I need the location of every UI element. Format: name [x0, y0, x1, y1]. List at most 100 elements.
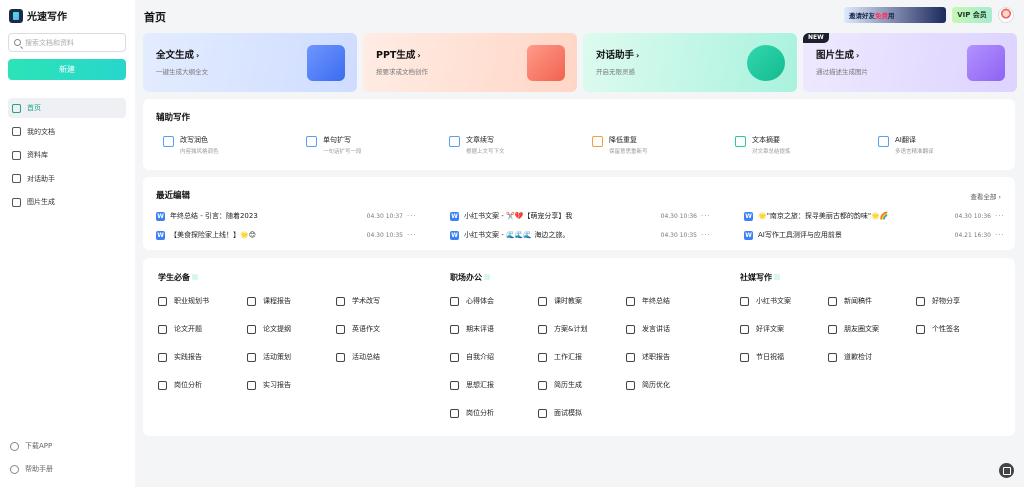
download-app-link[interactable]: 下载APP — [10, 441, 128, 451]
sidebar-item-library[interactable]: 资料库 — [8, 145, 126, 165]
word-doc-icon: W — [744, 211, 753, 221]
recent-item[interactable]: W 小红书文案 - 🌊🌊🌊 海边之旅。 04.30 10:35 ··· — [450, 229, 715, 241]
tool-name: 降低重复 — [609, 136, 637, 144]
category-item[interactable]: 自我介绍 — [450, 352, 535, 362]
recent-item-time: 04.30 10:36 — [954, 212, 991, 220]
template-icon — [916, 296, 925, 306]
category-item[interactable]: 述职报告 — [626, 352, 711, 362]
recent-item[interactable]: W 小红书文案 - ✂️💔【萌宠分享】我 04.30 10:36 ··· — [450, 210, 715, 222]
word-doc-icon: W — [156, 230, 165, 240]
chevron-right-icon: › — [196, 51, 200, 60]
sidebar-item-my-docs[interactable]: 我的文档 — [8, 122, 126, 142]
category-item[interactable]: 职业规划书 — [158, 296, 243, 306]
new-button[interactable]: 新建 — [8, 59, 126, 80]
tool-desc: 一句话扩写一段 — [323, 149, 362, 155]
category-item[interactable]: 个性签名 — [916, 324, 1001, 334]
help-manual-label: 帮助手册 — [25, 465, 53, 473]
sidebar-item-image-gen[interactable]: 图片生成 — [8, 192, 126, 212]
sidebar-item-chat[interactable]: 对话助手 — [8, 169, 126, 189]
category-item[interactable]: 活动策划 — [247, 352, 332, 362]
invite-suffix: 用 — [888, 12, 895, 20]
more-icon[interactable]: ··· — [701, 231, 711, 239]
tool-translate[interactable]: AI翻译 多语言精准翻译 — [878, 135, 934, 155]
category-item[interactable]: 节日祝福 — [740, 352, 825, 362]
category-item[interactable]: 小红书文案 — [740, 296, 825, 306]
category-item[interactable]: 期末评语 — [450, 324, 535, 334]
category-item-label: 学术改写 — [352, 297, 380, 305]
more-icon[interactable]: ··· — [407, 212, 417, 220]
category-item-label: 岗位分析 — [174, 381, 202, 389]
assist-panel: 辅助写作 改写润色 内容独风格调色 单句扩写 一句话扩写一段 文章续写 根据上文写下文… — [143, 99, 1015, 170]
category-item[interactable]: 朋友圈文案 — [828, 324, 913, 334]
category-item[interactable]: 工作汇报 — [538, 352, 623, 362]
category-item-label: 课时教案 — [554, 297, 582, 305]
category-item-label: 职业规划书 — [174, 297, 209, 305]
category-item[interactable]: 简历优化 — [626, 380, 711, 390]
recent-item[interactable]: W 🌟"南京之旅：探寻美丽古都的韵味"🌟🌈 04.30 10:36 ··· — [744, 210, 1009, 222]
chevron-right-icon: › — [998, 193, 1001, 201]
card-full-text[interactable]: 全文生成 › 一键生成大纲全文 — [143, 33, 357, 92]
template-icon — [828, 324, 837, 334]
category-item[interactable]: 方案&计划 — [538, 324, 623, 334]
template-icon — [247, 324, 256, 334]
category-item[interactable]: 道歉检讨 — [828, 352, 913, 362]
card-ppt[interactable]: PPT生成 › 按要求或文档创作 — [363, 33, 577, 92]
more-icon[interactable]: ··· — [701, 212, 711, 220]
dedupe-icon — [592, 136, 603, 147]
recent-item-time: 04.30 10:36 — [660, 212, 697, 220]
category-item[interactable]: 新闻稿件 — [828, 296, 913, 306]
category-item[interactable]: 活动总结 — [336, 352, 421, 362]
category-item[interactable]: 简历生成 — [538, 380, 623, 390]
more-icon[interactable]: ··· — [995, 212, 1005, 220]
invite-banner[interactable]: 邀请好友 免费用 — [844, 7, 946, 23]
brand[interactable]: 光速写作 — [9, 8, 67, 23]
category-item[interactable]: 实习报告 — [247, 380, 332, 390]
avatar[interactable] — [998, 7, 1014, 23]
tool-dedupe[interactable]: 降低重复 保留意思重新写 — [592, 135, 648, 155]
tool-expand[interactable]: 单句扩写 一句话扩写一段 — [306, 135, 362, 155]
tool-desc: 内容独风格调色 — [180, 149, 219, 155]
category-item-label: 岗位分析 — [466, 409, 494, 417]
page-title: 首页 — [144, 11, 166, 24]
sidebar-item-home[interactable]: 首页 — [8, 98, 126, 118]
view-all-link[interactable]: 查看全部 › — [970, 191, 1001, 201]
category-item[interactable]: 岗位分析 — [450, 408, 535, 418]
image-icon — [12, 197, 21, 207]
category-item[interactable]: 年终总结 — [626, 296, 711, 306]
more-icon[interactable]: ··· — [995, 231, 1005, 239]
category-item[interactable]: 实践报告 — [158, 352, 243, 362]
category-item[interactable]: 发言讲话 — [626, 324, 711, 334]
tool-summary[interactable]: 文本摘要 对文章总结提炼 — [735, 135, 791, 155]
category-item[interactable]: 论文开题 — [158, 324, 243, 334]
feedback-edit-icon[interactable] — [999, 463, 1014, 478]
recent-item[interactable]: W 年终总结 - 引言：随着2023 04.30 10:37 ··· — [156, 210, 421, 222]
category-item[interactable]: 好评文案 — [740, 324, 825, 334]
card-image-gen[interactable]: NEW 图片生成 › 通过描述生成图片 — [803, 33, 1017, 92]
search-box[interactable] — [8, 33, 126, 52]
category-item[interactable]: 课程报告 — [247, 296, 332, 306]
template-icon — [336, 324, 345, 334]
category-item[interactable]: 论文提纲 — [247, 324, 332, 334]
category-item[interactable]: 心得体会 — [450, 296, 535, 306]
more-icon[interactable]: ··· — [407, 231, 417, 239]
category-item[interactable]: 岗位分析 — [158, 380, 243, 390]
card-chat[interactable]: 对话助手 › 开启无限灵感 — [583, 33, 797, 92]
category-item[interactable]: 学术改写 — [336, 296, 421, 306]
category-item-label: 年终总结 — [642, 297, 670, 305]
category-item[interactable]: 思想汇报 — [450, 380, 535, 390]
tool-continue[interactable]: 文章续写 根据上文写下文 — [449, 135, 505, 155]
category-item[interactable]: 面试模拟 — [538, 408, 623, 418]
recent-item[interactable]: W 【美食探险家上线！】🌟😊 04.30 10:35 ··· — [156, 229, 421, 241]
image-gen-icon — [967, 45, 1005, 81]
recent-item-title: AI写作工具测评与应用前景 — [758, 231, 842, 239]
template-icon — [538, 408, 547, 418]
vip-button[interactable]: VIP 会员 — [952, 7, 992, 23]
category-item[interactable]: 好物分享 — [916, 296, 1001, 306]
recent-item[interactable]: W AI写作工具测评与应用前景 04.21 16:30 ··· — [744, 229, 1009, 241]
help-manual-link[interactable]: 帮助手册 — [10, 464, 128, 474]
category-item[interactable]: 英语作文 — [336, 324, 421, 334]
recent-item-title: 年终总结 - 引言：随着2023 — [170, 212, 258, 220]
search-input[interactable] — [25, 38, 120, 47]
category-item[interactable]: 课时教案 — [538, 296, 623, 306]
tool-polish[interactable]: 改写润色 内容独风格调色 — [163, 135, 219, 155]
